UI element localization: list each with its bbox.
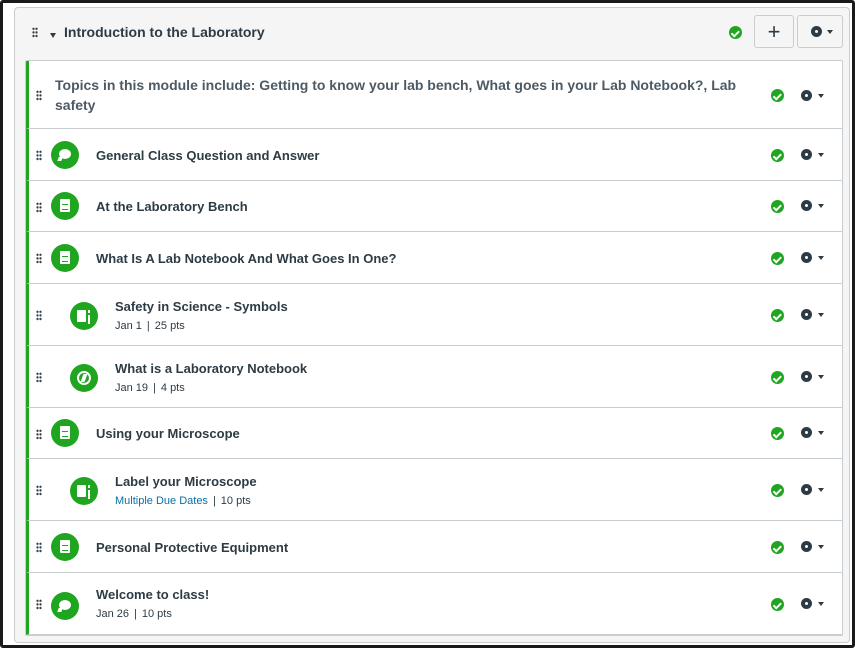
caret-down-icon[interactable] xyxy=(818,431,824,435)
drag-handle-icon[interactable] xyxy=(36,542,42,553)
points: 10 pts xyxy=(220,495,251,507)
gear-icon[interactable] xyxy=(801,541,812,552)
module-item[interactable]: What is a Laboratory Notebook Jan 19 | 4 p… xyxy=(26,346,842,408)
page-icon xyxy=(51,244,79,272)
module-item[interactable]: Personal Protective Equipment xyxy=(26,521,842,573)
points: 4 pts xyxy=(160,382,185,394)
item-title[interactable]: Safety in Science - Symbols xyxy=(115,299,288,314)
module-title[interactable]: Introduction to the Laboratory xyxy=(64,24,265,40)
discussion-icon xyxy=(51,592,79,620)
item-meta: Multiple Due Dates | 10 pts xyxy=(115,495,251,507)
caret-down-icon[interactable] xyxy=(818,545,824,549)
caret-down-icon[interactable] xyxy=(818,375,824,379)
page-icon xyxy=(51,419,79,447)
points: 10 pts xyxy=(141,608,172,620)
module-item[interactable]: Welcome to class! Jan 26 | 10 pts xyxy=(26,573,842,635)
meta-separator: | xyxy=(134,608,137,620)
due-date: Jan 1 xyxy=(115,320,142,332)
meta-separator: | xyxy=(153,382,156,394)
caret-down-icon[interactable] xyxy=(818,602,824,606)
drag-handle-icon[interactable] xyxy=(36,429,42,440)
gear-icon xyxy=(811,26,822,37)
module-header[interactable]: Introduction to the Laboratory + xyxy=(15,8,849,58)
due-date: Jan 26 xyxy=(96,608,130,620)
drag-handle-icon[interactable] xyxy=(36,485,42,496)
points: 25 pts xyxy=(154,320,185,332)
published-check-icon[interactable] xyxy=(771,598,784,611)
item-meta: Jan 1 | 25 pts xyxy=(115,320,185,332)
page-icon xyxy=(51,192,79,220)
published-check-icon[interactable] xyxy=(729,26,742,39)
module-item[interactable]: Using your Microscope xyxy=(26,408,842,459)
assignment-icon xyxy=(70,477,98,505)
gear-icon[interactable] xyxy=(801,90,812,101)
caret-down-icon[interactable] xyxy=(818,204,824,208)
caret-down-icon[interactable] xyxy=(818,313,824,317)
gear-icon[interactable] xyxy=(801,427,812,438)
module-item[interactable]: Safety in Science - Symbols Jan 1 | 25 pts xyxy=(26,284,842,346)
module-item[interactable]: Label your Microscope Multiple Due Dates… xyxy=(26,459,842,521)
drag-handle-icon[interactable] xyxy=(36,310,42,321)
caret-down-icon xyxy=(827,30,833,34)
published-check-icon[interactable] xyxy=(771,309,784,322)
published-check-icon[interactable] xyxy=(771,149,784,162)
drag-handle-icon[interactable] xyxy=(36,150,42,161)
published-check-icon[interactable] xyxy=(771,371,784,384)
module-container: Introduction to the Laboratory + Topics … xyxy=(14,7,850,643)
caret-down-icon[interactable] xyxy=(818,488,824,492)
published-check-icon[interactable] xyxy=(771,200,784,213)
module-items-list: Topics in this module include: Getting t… xyxy=(25,60,843,636)
assignment-icon xyxy=(70,302,98,330)
gear-icon[interactable] xyxy=(801,371,812,382)
published-check-icon[interactable] xyxy=(771,541,784,554)
discussion-icon xyxy=(51,141,79,169)
gear-icon[interactable] xyxy=(801,484,812,495)
gear-icon[interactable] xyxy=(801,149,812,160)
drag-handle-icon[interactable] xyxy=(32,27,38,38)
published-check-icon[interactable] xyxy=(771,427,784,440)
item-title[interactable]: What Is A Lab Notebook And What Goes In … xyxy=(96,251,396,266)
caret-down-icon[interactable] xyxy=(818,94,824,98)
drag-handle-icon[interactable] xyxy=(36,90,42,101)
module-item[interactable]: What Is A Lab Notebook And What Goes In … xyxy=(26,232,842,284)
gear-icon[interactable] xyxy=(801,309,812,320)
gear-icon[interactable] xyxy=(801,200,812,211)
meta-separator: | xyxy=(212,495,216,507)
meta-separator: | xyxy=(146,320,150,332)
caret-down-icon[interactable] xyxy=(818,153,824,157)
quiz-icon xyxy=(70,364,98,392)
item-title[interactable]: General Class Question and Answer xyxy=(96,148,319,163)
drag-handle-icon[interactable] xyxy=(36,599,42,610)
gear-icon[interactable] xyxy=(801,598,812,609)
item-meta: Jan 19 | 4 pts xyxy=(115,382,185,394)
caret-down-icon[interactable] xyxy=(818,256,824,260)
multiple-due-dates-link[interactable]: Multiple Due Dates xyxy=(115,495,208,507)
item-title[interactable]: At the Laboratory Bench xyxy=(96,199,248,214)
window-frame: Introduction to the Laboratory + Topics … xyxy=(0,0,855,648)
add-item-button[interactable]: + xyxy=(754,15,794,48)
item-title[interactable]: Welcome to class! xyxy=(96,587,209,602)
module-settings-button[interactable] xyxy=(797,15,843,48)
drag-handle-icon[interactable] xyxy=(36,202,42,213)
module-item[interactable]: General Class Question and Answer xyxy=(26,129,842,181)
drag-handle-icon[interactable] xyxy=(36,372,42,383)
published-check-icon[interactable] xyxy=(771,89,784,102)
due-date: Jan 19 xyxy=(115,382,149,394)
item-title[interactable]: Label your Microscope xyxy=(115,474,257,489)
text-header-title: Topics in this module include: Getting t… xyxy=(55,77,737,113)
published-check-icon[interactable] xyxy=(771,252,784,265)
item-title[interactable]: Personal Protective Equipment xyxy=(96,540,288,555)
module-item[interactable]: At the Laboratory Bench xyxy=(26,181,842,232)
drag-handle-icon[interactable] xyxy=(36,253,42,264)
item-title[interactable]: What is a Laboratory Notebook xyxy=(115,361,307,376)
collapse-caret-icon[interactable] xyxy=(50,33,56,38)
page-icon xyxy=(51,533,79,561)
gear-icon[interactable] xyxy=(801,252,812,263)
module-item-text-header[interactable]: Topics in this module include: Getting t… xyxy=(26,61,842,129)
item-title[interactable]: Using your Microscope xyxy=(96,426,240,441)
published-check-icon[interactable] xyxy=(771,484,784,497)
item-meta: Jan 26 | 10 pts xyxy=(96,608,172,620)
